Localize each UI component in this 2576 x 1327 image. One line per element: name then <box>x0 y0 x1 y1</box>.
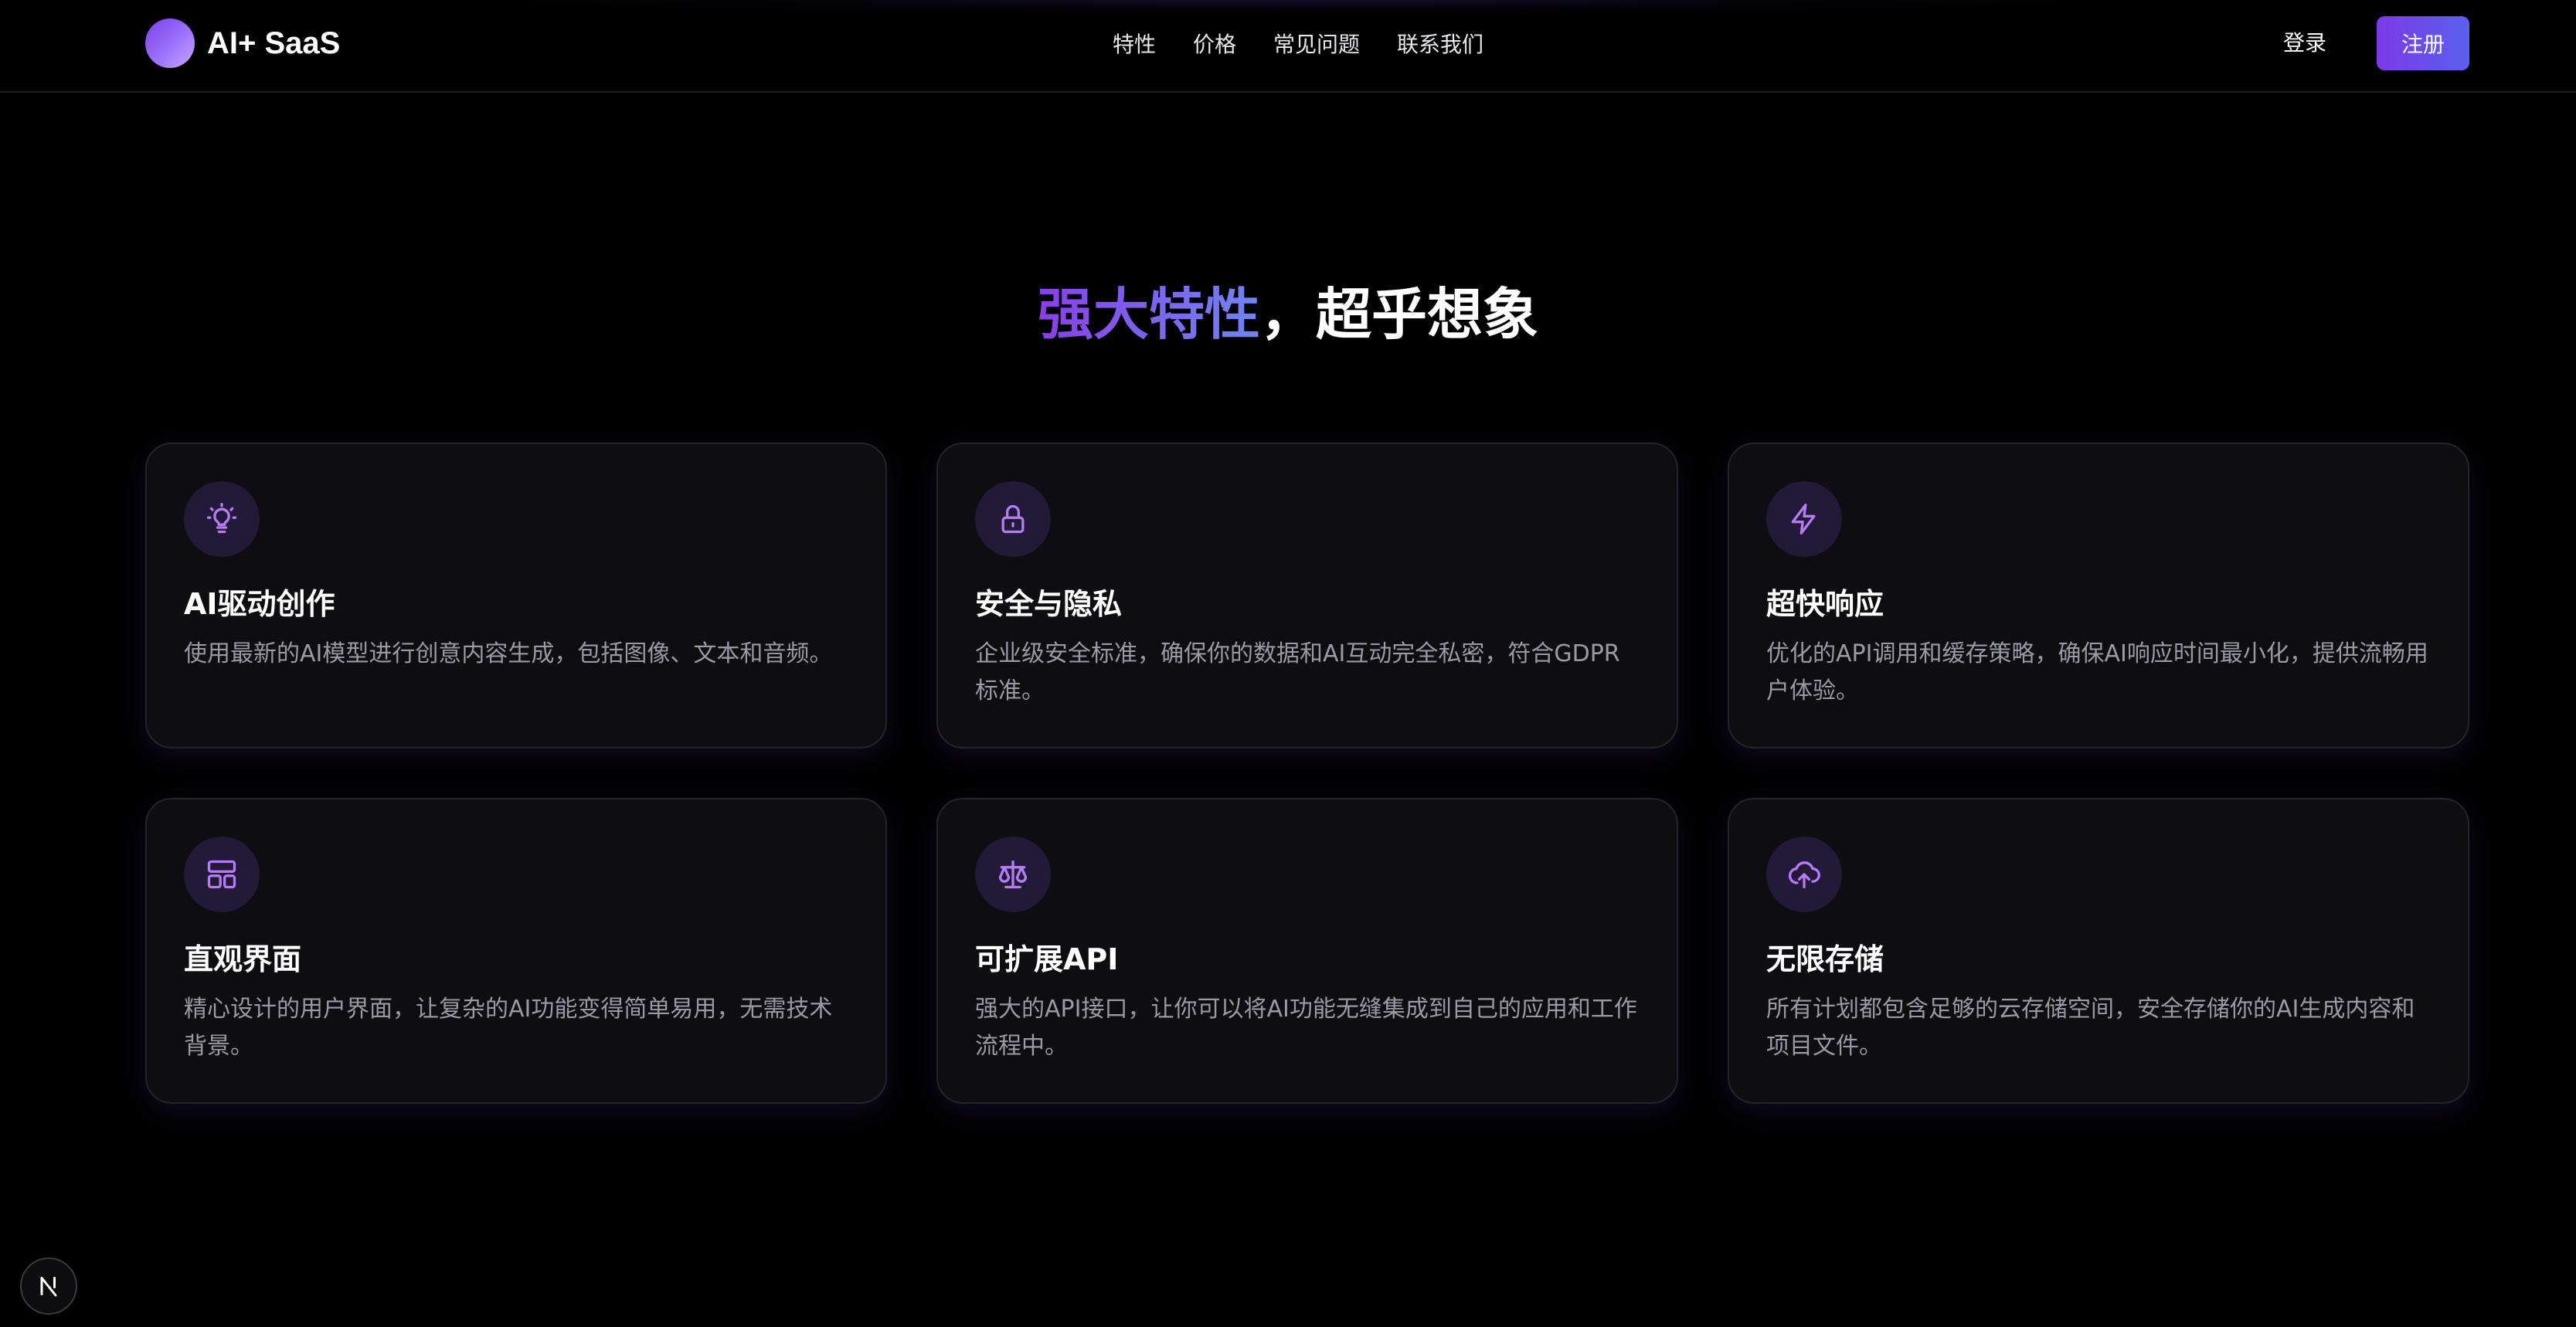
scale-icon <box>975 837 1051 912</box>
site-header: AI+ SaaS 特性 价格 常见问题 联系我们 登录 注册 <box>0 0 2576 93</box>
feature-description: 所有计划都包含足够的云存储空间，安全存储你的AI生成内容和项目文件。 <box>1766 996 2415 1060</box>
brand-logo[interactable]: AI+ SaaS <box>145 18 340 69</box>
header-glow <box>502 0 2086 15</box>
feature-card-intuitive-ui: 直观界面 精心设计的用户界面，让复杂的AI功能变得简单易用，无需技术背景。 <box>145 798 887 1104</box>
lightning-icon <box>1766 481 1842 557</box>
feature-description: 优化的API调用和缓存策略，确保AI响应时间最小化，提供流畅用户体验。 <box>1766 640 2428 704</box>
feature-card-unlimited-storage: 无限存储 所有计划都包含足够的云存储空间，安全存储你的AI生成内容和项目文件。 <box>1728 798 2469 1104</box>
feature-title: AI驱动创作 <box>184 587 335 621</box>
feature-title: 安全与隐私 <box>975 587 1123 621</box>
feature-title: 直观界面 <box>184 942 302 976</box>
nextjs-dev-badge[interactable] <box>20 1257 77 1315</box>
cloud-upload-icon <box>1766 837 1842 912</box>
logo-mark-icon <box>145 19 195 68</box>
nav-link-pricing[interactable]: 价格 <box>1193 28 1236 59</box>
page: AI+ SaaS 特性 价格 常见问题 联系我们 登录 注册 强大特性，超乎想象… <box>0 0 2576 1327</box>
signup-button[interactable]: 注册 <box>2377 16 2469 70</box>
main-nav: 特性 价格 常见问题 联系我们 <box>1113 23 1483 63</box>
feature-title: 超快响应 <box>1766 587 1884 621</box>
feature-description: 精心设计的用户界面，让复杂的AI功能变得简单易用，无需技术背景。 <box>184 996 833 1060</box>
feature-card-ai-creation: AI驱动创作 使用最新的AI模型进行创意内容生成，包括图像、文本和音频。 <box>145 443 887 748</box>
nav-link-faq[interactable]: 常见问题 <box>1273 28 1360 59</box>
feature-card-scalable-api: 可扩展API 强大的API接口，让你可以将AI功能无缝集成到自己的应用和工作流程… <box>936 798 1678 1104</box>
feature-description: 强大的API接口，让你可以将AI功能无缝集成到自己的应用和工作流程中。 <box>975 996 1637 1060</box>
feature-card-security: 安全与隐私 企业级安全标准，确保你的数据和AI互动完全私密，符合GDPR标准。 <box>936 443 1678 748</box>
brand-name: AI+ SaaS <box>207 25 341 60</box>
lock-icon <box>975 481 1051 557</box>
feature-description: 使用最新的AI模型进行创意内容生成，包括图像、文本和音频。 <box>184 640 833 667</box>
feature-description: 企业级安全标准，确保你的数据和AI互动完全私密，符合GDPR标准。 <box>975 640 1620 704</box>
login-link[interactable]: 登录 <box>2283 26 2326 57</box>
lightbulb-icon <box>184 481 260 557</box>
section-title-rest: ，超乎想象 <box>1260 282 1539 347</box>
layout-icon <box>184 837 260 912</box>
feature-title: 无限存储 <box>1766 942 1884 976</box>
section-title: 强大特性，超乎想象 <box>0 272 2576 357</box>
section-title-accent: 强大特性 <box>1037 282 1260 347</box>
feature-card-fast-response: 超快响应 优化的API调用和缓存策略，确保AI响应时间最小化，提供流畅用户体验。 <box>1728 443 2469 748</box>
feature-title: 可扩展API <box>975 942 1119 976</box>
nav-link-contact[interactable]: 联系我们 <box>1397 28 1483 59</box>
nav-link-features[interactable]: 特性 <box>1113 28 1156 59</box>
